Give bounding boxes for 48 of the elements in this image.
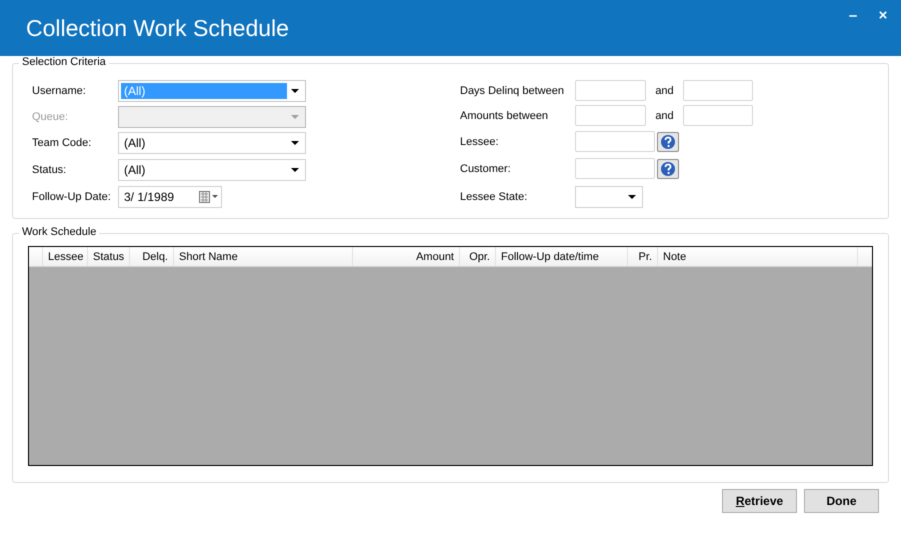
retrieve-button[interactable]: Retrieve [722,489,797,513]
caret-icon [291,89,299,93]
help-button[interactable] [657,158,679,178]
column-header[interactable]: Pr. [628,247,658,266]
field-label: Days Delinq between [460,84,565,96]
dropdown[interactable]: (All) [118,158,306,180]
joiner-text: and [654,110,675,122]
minimize-button[interactable]: – [841,3,865,27]
dropdown[interactable]: (All) [118,132,306,154]
column-header[interactable]: Follow-Up date/time [496,247,628,266]
column-header[interactable]: Short Name [174,247,353,266]
input-field[interactable] [575,131,655,152]
calendar-icon [199,191,219,203]
caret-icon [291,114,299,118]
caret-icon [628,195,636,199]
field-label: Queue: [32,110,70,122]
column-header[interactable]: Lessee [43,247,88,266]
field-label: Lessee: [460,136,500,148]
column-header[interactable]: Status [88,247,130,266]
group-title: Selection Criteria [19,56,109,68]
field-label: Team Code: [32,136,92,148]
close-button[interactable]: × [871,3,895,27]
column-header[interactable]: Delq. [130,247,174,266]
window-title: Collection Work Schedule [26,14,290,42]
field-label: Follow-Up Date: [32,191,112,203]
field-label: Amounts between [460,110,550,122]
date-picker[interactable]: 3/ 1/1989 [118,186,222,208]
joiner-text: and [654,84,675,96]
input-field[interactable] [575,158,655,179]
caret-icon [291,140,299,144]
input-field[interactable] [683,105,753,126]
dropdown[interactable] [575,186,643,208]
field-label: Customer: [460,162,512,174]
input-field[interactable] [575,80,646,101]
column-header[interactable]: Opr. [460,247,496,266]
group-title: Work Schedule [19,226,100,238]
input-field[interactable] [683,80,753,101]
field-label: Lessee State: [460,191,528,203]
question-icon [660,134,676,150]
column-header[interactable]: Amount [353,247,460,266]
column-header[interactable]: Note [658,247,858,266]
input-field[interactable] [575,105,646,126]
done-button[interactable]: Done [804,489,879,513]
field-label: Username: [32,85,87,97]
field-label: Status: [32,164,68,176]
help-button[interactable] [657,132,679,152]
caret-icon [291,168,299,172]
question-icon [660,160,676,176]
